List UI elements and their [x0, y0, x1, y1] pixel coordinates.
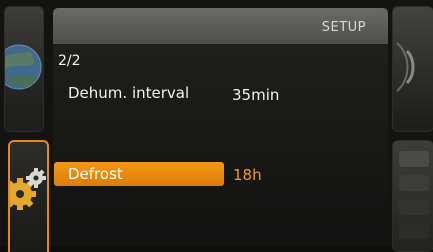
setting-value-dehum-interval[interactable]: 35min	[232, 86, 279, 104]
content-panel	[53, 44, 388, 246]
page-indicator: 2/2	[58, 53, 81, 69]
setting-value-defrost[interactable]: 18h	[233, 166, 262, 184]
header-title: SETUP	[321, 20, 366, 35]
device-screen: SETUP 2/2 Dehum. interval 35min Defrost …	[0, 0, 433, 252]
setting-label-dehum-interval[interactable]: Dehum. interval	[68, 84, 189, 102]
speaker-icon	[396, 42, 415, 92]
menu-icon	[399, 151, 429, 239]
side-tab-setup[interactable]	[8, 140, 49, 252]
side-tab-right-bottom[interactable]	[392, 140, 433, 252]
gears-icon	[10, 168, 46, 210]
globe-icon	[5, 44, 42, 90]
setting-row-defrost-selected[interactable]: Defrost	[54, 162, 224, 186]
setting-label-defrost: Defrost	[68, 165, 123, 183]
side-tab-globe[interactable]	[4, 6, 44, 132]
header-bar: SETUP	[53, 8, 388, 48]
side-tab-right-top[interactable]	[392, 6, 433, 132]
